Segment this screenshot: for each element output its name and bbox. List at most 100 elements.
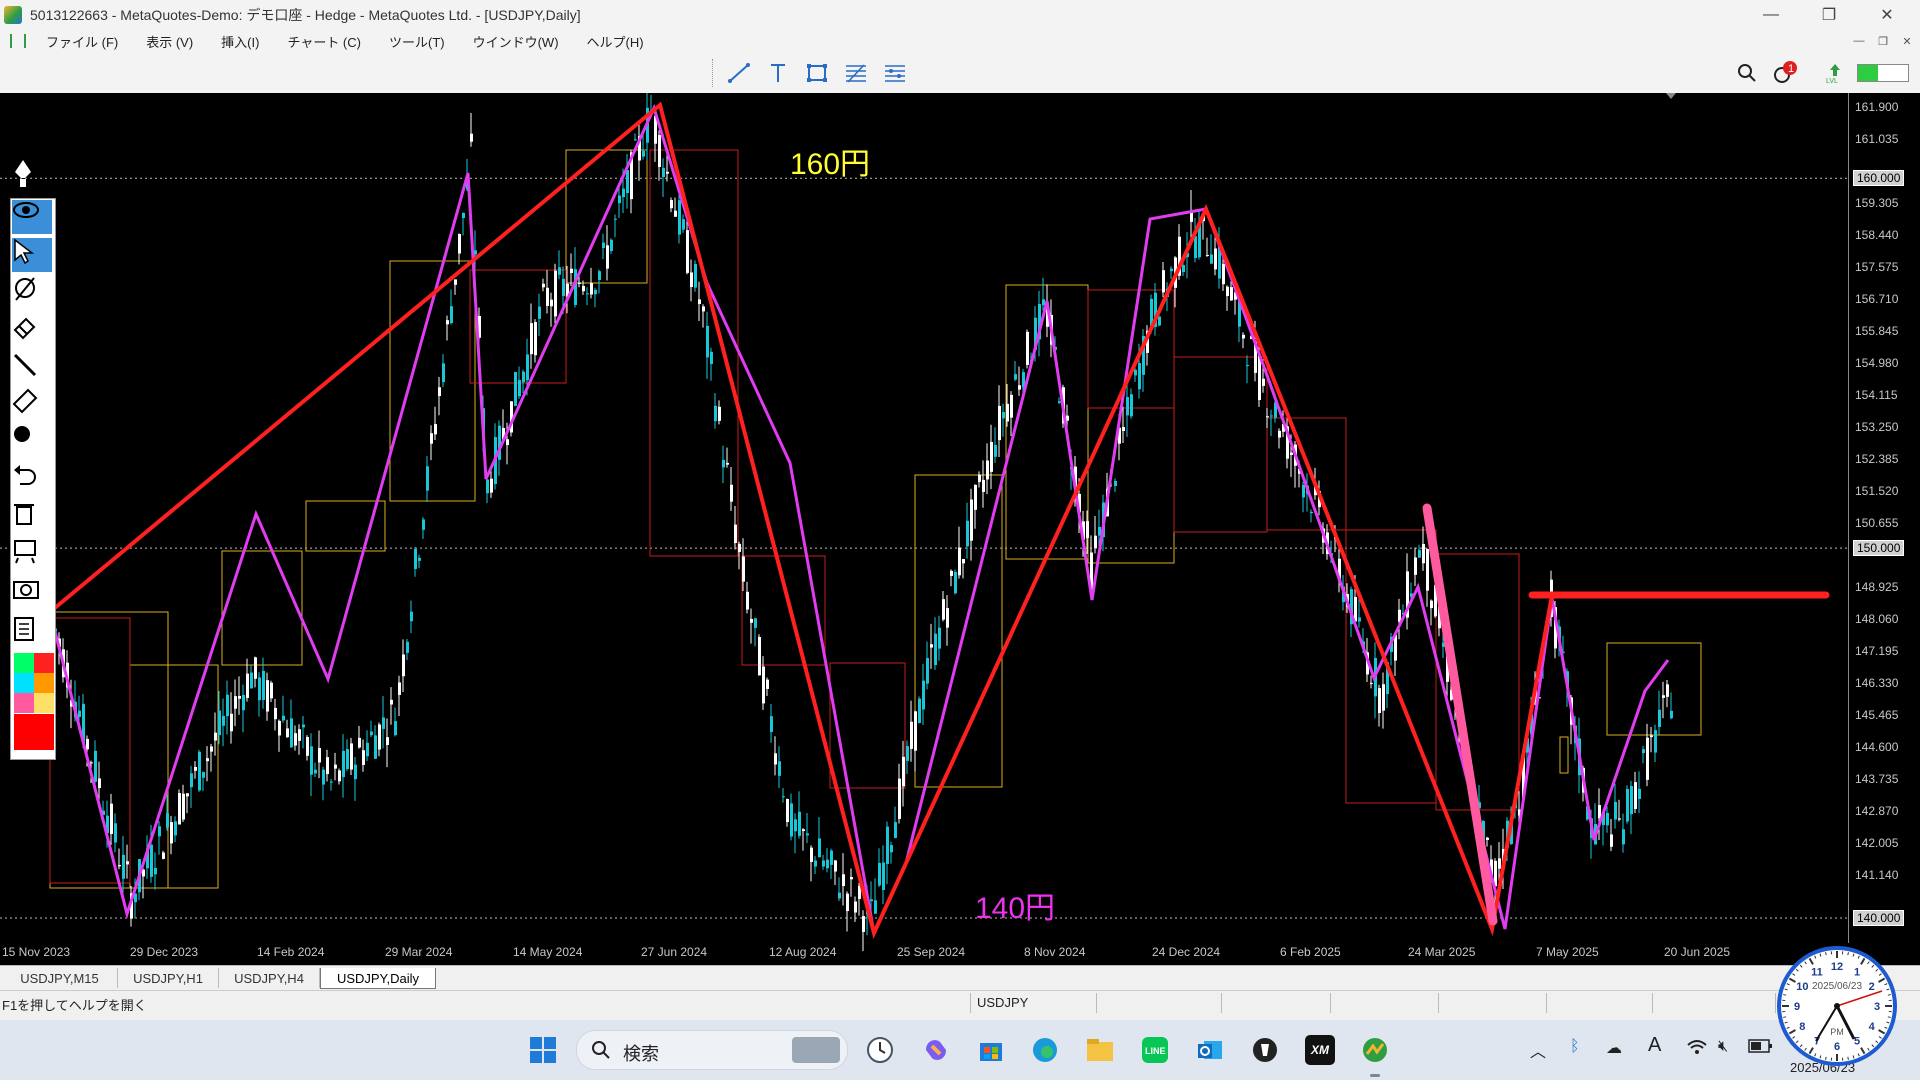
clock-app-icon[interactable]	[865, 1035, 895, 1065]
candle-body	[1670, 710, 1673, 719]
fibonacci-icon[interactable]	[840, 58, 872, 88]
status-symbol: USDJPY	[977, 995, 1029, 1010]
candle-body	[170, 822, 173, 844]
line-icon[interactable]	[12, 352, 52, 386]
desktop-clock-widget[interactable]: 12 1 2 3 4 5 6 7 8 9 10 11 2025/06/23 PM	[1776, 945, 1898, 1067]
candle-body	[154, 868, 157, 875]
rectangle-icon[interactable]	[801, 58, 833, 88]
undo-icon[interactable]	[12, 462, 52, 496]
wifi-icon[interactable]	[1686, 1038, 1708, 1061]
candle-body	[346, 749, 349, 770]
camera-icon[interactable]	[12, 576, 52, 610]
explorer-icon[interactable]	[1085, 1035, 1115, 1065]
windows-start-icon[interactable]	[528, 1035, 558, 1065]
ruler-icon[interactable]	[12, 388, 52, 422]
copilot-icon[interactable]	[921, 1035, 951, 1065]
status-cell-divider	[1438, 993, 1439, 1013]
metatrader-app-icon	[4, 5, 22, 24]
palette-swatch[interactable]	[34, 653, 54, 673]
terminal-icon[interactable]	[1250, 1035, 1280, 1065]
mdi-close-button[interactable]: ✕	[1894, 29, 1920, 53]
xm-icon[interactable]: XM	[1305, 1035, 1335, 1065]
tab-usdjpy-h1[interactable]: USDJPY,H1	[118, 968, 219, 988]
candle-body	[318, 747, 321, 763]
trendline-icon[interactable]	[723, 58, 755, 88]
candle-body	[98, 778, 101, 789]
candle-body	[606, 245, 609, 269]
candle-body	[1302, 484, 1305, 498]
mute-icon[interactable]: 🔇︎	[1718, 1038, 1728, 1056]
candle-body	[550, 299, 553, 307]
menu-file[interactable]: ファイル (F)	[46, 32, 118, 51]
window-title: 5013122663 - MetaQuotes-Demo: デモ口座 - Hed…	[30, 6, 581, 23]
candle-body	[1002, 411, 1005, 419]
store-icon[interactable]	[976, 1035, 1006, 1065]
cloud-icon[interactable]: ☁	[1606, 1038, 1622, 1058]
candle-body	[662, 167, 665, 178]
palette-swatch[interactable]	[34, 673, 54, 693]
close-button[interactable]: ✕	[1858, 0, 1916, 29]
trash-icon[interactable]	[12, 500, 52, 534]
chevron-up-icon[interactable]: ︿	[1530, 1038, 1546, 1062]
mdi-restore-button[interactable]: ❐	[1870, 29, 1896, 53]
date-tick-label: 25 Sep 2024	[897, 945, 966, 959]
line-app-icon[interactable]: LINE	[1140, 1035, 1170, 1065]
tab-usdjpy-h4[interactable]: USDJPY,H4	[219, 968, 320, 988]
candle-body	[766, 679, 769, 689]
dot-icon[interactable]	[12, 424, 52, 458]
tab-usdjpy-daily[interactable]: USDJPY,Daily	[320, 968, 436, 989]
menu-view[interactable]: 表示 (V)	[146, 32, 193, 51]
eye-icon[interactable]	[12, 200, 52, 234]
lasso-icon[interactable]	[12, 276, 52, 310]
clipboard-icon[interactable]	[12, 614, 52, 648]
channel-icon[interactable]	[879, 58, 911, 88]
outlook-icon[interactable]	[1195, 1035, 1225, 1065]
search-icon[interactable]	[1731, 58, 1763, 88]
palette-swatch[interactable]	[14, 653, 34, 673]
mt5-icon[interactable]	[1360, 1035, 1390, 1065]
chart-canvas[interactable]	[0, 93, 1848, 965]
taskbar-search-box[interactable]: 検索	[576, 1030, 848, 1070]
candle-body	[658, 134, 661, 167]
menu-tools[interactable]: ツール(T)	[389, 32, 445, 51]
drawing-side-panel	[10, 158, 56, 760]
menu-help[interactable]: ヘルプ(H)	[587, 32, 644, 51]
menu-insert[interactable]: 挿入(I)	[221, 32, 259, 51]
current-color-swatch[interactable]	[14, 714, 54, 750]
pen-icon[interactable]	[12, 158, 52, 192]
tab-usdjpy-m15[interactable]: USDJPY,M15	[2, 968, 118, 988]
menu-window[interactable]: ウインドウ(W)	[473, 32, 559, 51]
candle-body	[734, 524, 737, 544]
battery-icon[interactable]	[1748, 1038, 1774, 1059]
minimize-button[interactable]: —	[1742, 0, 1800, 29]
bluetooth-icon[interactable]: ᛒ	[1570, 1038, 1580, 1056]
price-tick-label: 154.115	[1855, 387, 1898, 402]
price-tick-label: 153.250	[1855, 419, 1899, 434]
signal-icon[interactable]: LVL	[1819, 58, 1851, 88]
palette-swatch[interactable]	[14, 693, 34, 713]
candle-body	[366, 742, 369, 757]
clock-numeral: 3	[1874, 1001, 1880, 1013]
mdi-minimize-button[interactable]: —	[1846, 29, 1872, 53]
menu-chart[interactable]: チャート (C)	[287, 32, 361, 51]
trend-box-gold	[1087, 289, 1175, 564]
price-chart[interactable]: 160円 140円 161.900 161.035 160.000 159.305 15…	[0, 93, 1920, 965]
date-tick-label: 12 Aug 2024	[769, 945, 837, 959]
candle-body	[226, 694, 229, 717]
text-icon[interactable]	[762, 58, 794, 88]
candle-body	[1210, 254, 1213, 264]
trend-box-gold	[914, 474, 1003, 788]
edge-icon[interactable]	[1030, 1035, 1060, 1065]
palette-swatch[interactable]	[14, 673, 34, 693]
price-tick-label: 155.845	[1855, 323, 1899, 338]
cursor-icon[interactable]	[12, 238, 52, 272]
candle-body	[990, 441, 993, 472]
screen-icon[interactable]	[12, 538, 52, 572]
maximize-button[interactable]: ❐	[1800, 0, 1858, 29]
palette-swatch[interactable]	[34, 693, 54, 713]
font-icon[interactable]: A	[1648, 1034, 1661, 1057]
eraser-pencil-icon[interactable]	[12, 314, 52, 348]
price-scale[interactable]: 161.900 161.035 160.000 159.305 158.440 157.5…	[1848, 93, 1920, 943]
notification-icon[interactable]: 1	[1769, 58, 1801, 88]
clock-tick	[1847, 1056, 1849, 1060]
